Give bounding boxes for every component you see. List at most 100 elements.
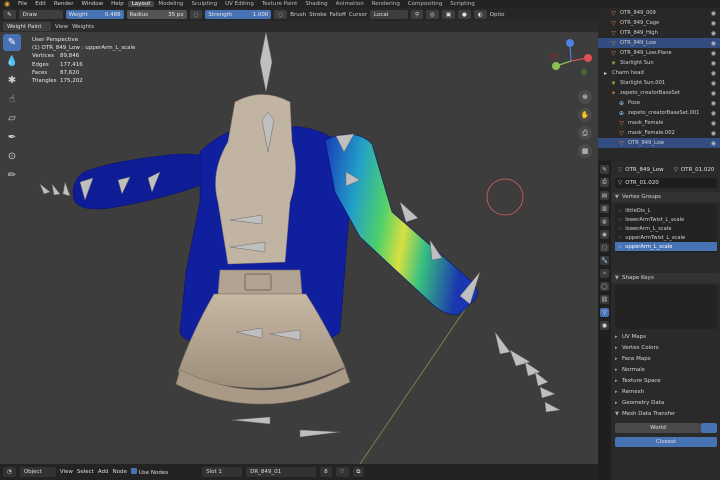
outliner[interactable]: ▽ OTR_849_009 ◉ ▽ OTR_849_Cage ◉ ▽ OTR_849_High… xyxy=(598,8,720,160)
grid-icon[interactable]: ▦ xyxy=(578,144,592,158)
panel-section-header[interactable]: ▸ Normals xyxy=(612,364,720,375)
tool-tab-icon[interactable]: ✎ xyxy=(600,165,609,174)
outliner-row[interactable]: ☀ Starlight Sun.001 ◉ xyxy=(598,78,720,88)
snap-icon[interactable]: ⚲ xyxy=(410,10,424,19)
smear-tool-icon[interactable]: ☝ xyxy=(3,91,21,108)
blur-tool-icon[interactable]: 💧 xyxy=(3,53,21,70)
tab-shading[interactable]: Shading xyxy=(301,1,331,7)
outliner-row[interactable]: ✦ zepeto_creatorBaseSet ◉ xyxy=(598,88,720,98)
sample-group-icon[interactable]: ⊙ xyxy=(3,148,21,165)
view-menu-bottom[interactable]: View xyxy=(60,469,73,475)
panel-section-header[interactable]: ▸ Remesh xyxy=(612,386,720,397)
visibility-eye-icon[interactable]: ◉ xyxy=(711,80,716,87)
vertex-group-item[interactable]: ⁙ upperArm_L_scale xyxy=(615,242,717,251)
outliner-row[interactable]: ⊕ zepeto_creatorBaseSet.001 ◉ xyxy=(598,108,720,118)
menu-render[interactable]: Render xyxy=(50,1,78,7)
visibility-eye-icon[interactable]: ◉ xyxy=(711,40,716,47)
brush-selector[interactable]: Draw xyxy=(18,10,63,19)
material-selector[interactable]: DR_849_01 xyxy=(246,467,317,477)
gradient-tool-icon[interactable]: ▱ xyxy=(3,110,21,127)
tab-layout[interactable]: Layout xyxy=(127,1,155,7)
vertex-group-item[interactable]: ⁙ lowerArm_L_scale xyxy=(615,224,717,233)
outliner-row[interactable]: ⊕ Pose ◉ xyxy=(598,98,720,108)
vertex-group-item[interactable]: ⁙ upperArmTwist_L_scale xyxy=(615,233,717,242)
shading-solid-icon[interactable]: ● xyxy=(458,10,471,19)
visibility-eye-icon[interactable]: ◉ xyxy=(711,30,716,37)
visibility-eye-icon[interactable]: ◉ xyxy=(711,100,716,107)
menu-edit[interactable]: Edit xyxy=(31,1,50,7)
outliner-row[interactable]: ▸ Charm head ◉ xyxy=(598,68,720,78)
weight-slider[interactable]: Weight 0.488 xyxy=(65,10,124,19)
object-dropdown[interactable]: Object xyxy=(19,467,56,477)
outliner-row[interactable]: ▽ OTR_849_Low ◉ xyxy=(598,38,720,48)
outliner-row[interactable]: ▽ OTR_849_Low.Plane ◉ xyxy=(598,48,720,58)
new-material-icon[interactable]: ⧉ xyxy=(352,467,365,477)
view-layer-tab-icon[interactable]: ▥ xyxy=(600,204,609,213)
radius-slider[interactable]: Radius 35 px xyxy=(126,10,187,19)
tab-animation[interactable]: Animation xyxy=(332,1,368,7)
annotate-tool-icon[interactable]: ✏ xyxy=(3,167,21,184)
blender-logo-icon[interactable]: ◉ xyxy=(2,0,12,8)
tab-compositing[interactable]: Compositing xyxy=(404,1,446,7)
view-menu[interactable]: View xyxy=(55,24,68,30)
tab-uv-editing[interactable]: UV Editing xyxy=(221,1,258,7)
menu-help[interactable]: Help xyxy=(107,1,128,7)
select-menu[interactable]: Select xyxy=(77,469,94,475)
modifier-tab-icon[interactable]: 🔧 xyxy=(600,256,609,265)
brush-icon[interactable]: ✎ xyxy=(3,10,16,19)
shading-material-icon[interactable]: ◐ xyxy=(473,10,487,19)
vertex-group-list[interactable]: ⁙ littleDis_L ⁙ lowerArmTwist_L_scale ⁙ lower… xyxy=(615,204,717,253)
pressure-icon[interactable]: ◌ xyxy=(189,10,203,19)
physics-tab-icon[interactable]: ◯ xyxy=(600,282,609,291)
visibility-eye-icon[interactable]: ◉ xyxy=(711,50,716,57)
use-nodes-toggle[interactable]: Use Nodes xyxy=(130,468,168,476)
material-users[interactable]: 8 xyxy=(320,467,332,477)
editor-type-icon[interactable]: ◔ xyxy=(3,467,16,477)
strength-slider[interactable]: Strength 1.000 xyxy=(205,10,272,19)
tab-modeling[interactable]: Modeling xyxy=(154,1,187,7)
outliner-row[interactable]: ▽ OTR_849_Cage ◉ xyxy=(598,18,720,28)
draw-tool-icon[interactable]: ✎ xyxy=(3,34,21,51)
mesh-data-field[interactable]: ▽ OTR_01.020 xyxy=(615,178,717,188)
particles-tab-icon[interactable]: ✧ xyxy=(600,269,609,278)
visibility-eye-icon[interactable]: ◉ xyxy=(711,70,716,77)
menu-window[interactable]: Window xyxy=(77,1,107,7)
object-tab-icon[interactable]: ▢ xyxy=(600,243,609,252)
zoom-icon[interactable]: ⊕ xyxy=(578,90,592,104)
pan-icon[interactable]: ✋ xyxy=(578,108,592,122)
visibility-eye-icon[interactable]: ◉ xyxy=(711,10,716,17)
vertex-group-item[interactable]: ⁙ lowerArmTwist_L_scale xyxy=(615,215,717,224)
panel-section-header[interactable]: ▸ Face Maps xyxy=(612,353,720,364)
outliner-row[interactable]: ☀ Starlight Sun ◉ xyxy=(598,58,720,68)
node-menu[interactable]: Node xyxy=(113,469,127,475)
shape-key-list[interactable] xyxy=(615,285,717,329)
add-menu[interactable]: Add xyxy=(98,469,109,475)
outliner-row[interactable]: ▽ OTR_849_Low ◉ xyxy=(598,138,720,148)
panel-section-header[interactable]: ▼ Mesh Data Transfer xyxy=(612,408,720,419)
tab-sculpting[interactable]: Sculpting xyxy=(187,1,221,7)
render-tab-icon[interactable]: ⎙ xyxy=(600,178,609,187)
outliner-row[interactable]: ▽ OTR_849_High ◉ xyxy=(598,28,720,38)
mesh-data-tab-icon[interactable]: ▽ xyxy=(600,308,609,317)
visibility-eye-icon[interactable]: ◉ xyxy=(711,120,716,127)
closest-button[interactable]: Closest xyxy=(615,437,717,447)
visibility-eye-icon[interactable]: ◉ xyxy=(711,130,716,137)
tab-scripting[interactable]: Scripting xyxy=(446,1,478,7)
panel-section-header[interactable]: ▸ Vertex Colors xyxy=(612,342,720,353)
overlay-icon[interactable]: ◎ xyxy=(426,10,439,19)
brush-menu[interactable]: Brush xyxy=(290,12,306,18)
tab-texture-paint[interactable]: Texture Paint xyxy=(258,1,302,7)
sample-weight-icon[interactable]: ✒ xyxy=(3,129,21,146)
camera-icon[interactable]: ⎙ xyxy=(578,126,592,140)
visibility-eye-icon[interactable]: ◉ xyxy=(711,20,716,27)
panel-section-header[interactable]: ▸ Geometry Data xyxy=(612,397,720,408)
panel-section-header[interactable]: ▸ Texture Space xyxy=(612,375,720,386)
stroke-menu[interactable]: Stroke xyxy=(309,12,327,18)
pressure-strength-icon[interactable]: ◌ xyxy=(274,10,288,19)
3d-viewport[interactable]: ✎ 💧 ✱ ☝ ▱ ✒ ⊙ ✏ User Perspective (1) OTR… xyxy=(0,32,598,464)
mode-selector[interactable]: Weight Paint xyxy=(3,22,51,31)
falloff-menu[interactable]: Falloff xyxy=(330,12,346,18)
vertex-group-item[interactable]: ⁙ littleDis_L xyxy=(615,206,717,215)
cursor-menu[interactable]: Cursor xyxy=(349,12,367,18)
navigation-gizmo[interactable] xyxy=(548,38,594,84)
